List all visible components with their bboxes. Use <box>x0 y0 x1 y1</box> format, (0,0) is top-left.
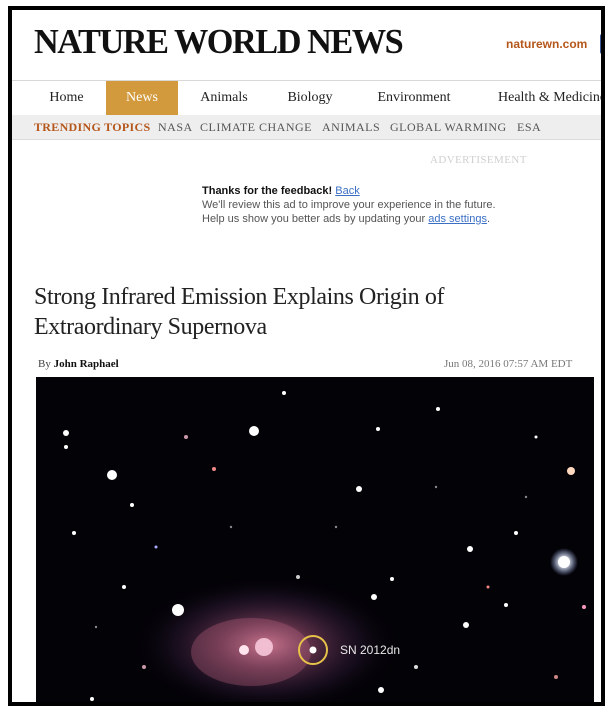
main-nav: Home News Animals Biology Environment He… <box>12 80 601 116</box>
masthead: NATURE WORLD NEWS naturewn.com f <box>12 10 601 80</box>
supernova-label: SN 2012dn <box>340 643 401 657</box>
site-logo[interactable]: NATURE WORLD NEWS <box>34 22 404 62</box>
nav-item-home[interactable]: Home <box>34 81 99 115</box>
nav-item-biology[interactable]: Biology <box>274 81 346 115</box>
article-headline: Strong Infrared Emission Explains Origin… <box>34 284 445 340</box>
nav-item-environment[interactable]: Environment <box>366 81 462 115</box>
trending-label: TRENDING TOPICS <box>34 120 151 134</box>
article-hero-image: SN 2012dn <box>36 377 594 702</box>
feedback-thanks: Thanks for the feedback! <box>202 185 333 197</box>
nav-item-health-medicine[interactable]: Health & Medicine <box>498 81 601 115</box>
trending-topic-esa[interactable]: ESA <box>517 120 541 135</box>
ad-feedback: Thanks for the feedback! Back We'll revi… <box>202 184 496 226</box>
nav-item-animals[interactable]: Animals <box>188 81 260 115</box>
ads-settings-link[interactable]: ads settings <box>428 213 487 225</box>
advertisement-label: ADVERTISEMENT <box>430 154 527 166</box>
byline-prefix: By <box>38 358 51 370</box>
nav-item-news[interactable]: News <box>106 81 178 115</box>
feedback-line-2: Help us show you better ads by updating … <box>202 213 426 225</box>
trending-bar: TRENDING TOPICS NASA CLIMATE CHANGE ANIM… <box>12 115 601 140</box>
starfield-image <box>36 377 594 702</box>
feedback-line-1: We'll review this ad to improve your exp… <box>202 199 496 211</box>
publish-date: Jun 08, 2016 07:57 AM EDT <box>444 358 573 370</box>
facebook-icon[interactable]: f <box>600 34 601 54</box>
feedback-back-link[interactable]: Back <box>335 185 359 197</box>
byline: By John Raphael <box>38 358 119 370</box>
site-url-link[interactable]: naturewn.com <box>506 37 587 51</box>
feedback-line-2-suffix: . <box>486 213 491 225</box>
trending-topic-nasa[interactable]: NASA <box>158 120 193 135</box>
browser-frame: NATURE WORLD NEWS naturewn.com f Home Ne… <box>8 6 605 706</box>
trending-topic-climate-change[interactable]: CLIMATE CHANGE <box>200 120 312 135</box>
trending-topic-global-warming[interactable]: GLOBAL WARMING <box>390 120 507 135</box>
trending-topic-animals[interactable]: ANIMALS <box>322 120 380 135</box>
author-name[interactable]: John Raphael <box>54 358 119 370</box>
